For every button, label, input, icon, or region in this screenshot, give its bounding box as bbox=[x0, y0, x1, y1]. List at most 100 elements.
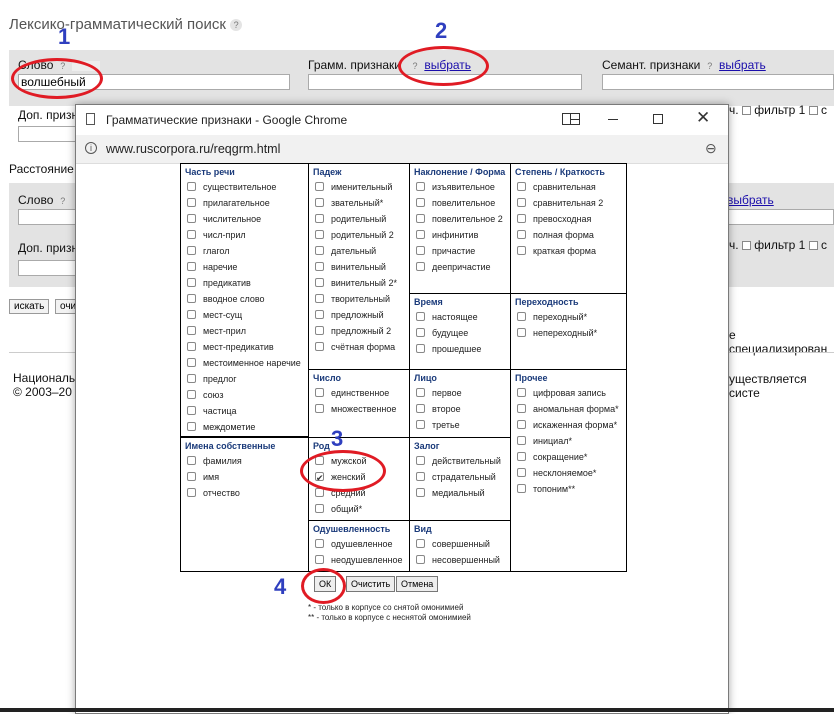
option-other[interactable]: топоним** bbox=[511, 481, 626, 497]
checkbox[interactable] bbox=[416, 198, 425, 208]
checkbox[interactable] bbox=[416, 539, 425, 549]
checkbox[interactable] bbox=[187, 310, 196, 320]
info-icon[interactable]: i bbox=[85, 142, 97, 154]
option-voice[interactable]: страдательный bbox=[410, 469, 510, 485]
checkbox[interactable] bbox=[517, 214, 526, 224]
checkbox[interactable] bbox=[187, 278, 196, 288]
checkbox[interactable] bbox=[315, 262, 324, 272]
checkbox[interactable] bbox=[517, 246, 526, 256]
option-case[interactable]: предложный 2 bbox=[309, 323, 409, 339]
checkbox[interactable] bbox=[315, 326, 324, 336]
checkbox[interactable] bbox=[315, 230, 324, 240]
checkbox[interactable] bbox=[517, 388, 526, 398]
option-animacy[interactable]: неодушевленное bbox=[309, 552, 409, 568]
option-pos[interactable]: наречие bbox=[181, 259, 308, 275]
option-case[interactable]: родительный bbox=[309, 211, 409, 227]
checkbox[interactable] bbox=[187, 422, 196, 432]
checkbox[interactable] bbox=[315, 278, 324, 288]
option-other[interactable]: сокращение* bbox=[511, 449, 626, 465]
address-bar[interactable]: i www.ruscorpora.ru/reqgrm.html ⊖ bbox=[76, 135, 728, 164]
option-case[interactable]: дательный bbox=[309, 243, 409, 259]
word2-input[interactable] bbox=[18, 209, 76, 225]
option-pos[interactable]: мест-прил bbox=[181, 323, 308, 339]
checkbox[interactable] bbox=[416, 388, 425, 398]
help-icon[interactable]: ? bbox=[230, 19, 243, 32]
checkbox[interactable] bbox=[187, 294, 196, 304]
checkbox[interactable] bbox=[315, 539, 324, 549]
option-pos[interactable]: междометие bbox=[181, 419, 308, 435]
option-proper[interactable]: отчество bbox=[181, 485, 308, 501]
checkbox[interactable] bbox=[315, 388, 324, 398]
checkbox[interactable] bbox=[416, 262, 425, 272]
checkbox[interactable] bbox=[416, 182, 425, 192]
option-pos[interactable]: вводное слово bbox=[181, 291, 308, 307]
checkbox[interactable] bbox=[416, 472, 425, 482]
checkbox[interactable] bbox=[416, 488, 425, 498]
semant2-input[interactable] bbox=[727, 209, 834, 225]
option-voice[interactable]: медиальный bbox=[410, 485, 510, 501]
option-tense[interactable]: прошедшее bbox=[410, 341, 510, 357]
option-tense[interactable]: настоящее bbox=[410, 309, 510, 325]
option-case[interactable]: счётная форма bbox=[309, 339, 409, 355]
checkbox[interactable] bbox=[416, 404, 425, 414]
option-mood[interactable]: изъявительное bbox=[410, 179, 510, 195]
layout-icon[interactable] bbox=[562, 113, 580, 125]
option-degree[interactable]: сравнительная bbox=[511, 179, 626, 195]
option-person[interactable]: третье bbox=[410, 417, 510, 433]
option-aspect[interactable]: совершенный bbox=[410, 536, 510, 552]
option-other[interactable]: несклоняемое* bbox=[511, 465, 626, 481]
option-pos[interactable]: числ-прил bbox=[181, 227, 308, 243]
option-pos[interactable]: мест-предикатив bbox=[181, 339, 308, 355]
checkbox[interactable] bbox=[517, 312, 526, 322]
filter2-checkbox[interactable] bbox=[808, 106, 818, 116]
minimize-icon[interactable] bbox=[608, 119, 618, 120]
option-pos[interactable]: существительное bbox=[181, 179, 308, 195]
checkbox[interactable] bbox=[315, 342, 324, 352]
dop-input[interactable] bbox=[18, 126, 76, 142]
maximize-icon[interactable] bbox=[653, 114, 663, 124]
option-animacy[interactable]: одушевленное bbox=[309, 536, 409, 552]
checkbox[interactable] bbox=[187, 456, 196, 466]
checkbox[interactable] bbox=[517, 468, 526, 478]
checkbox[interactable] bbox=[517, 182, 526, 192]
option-pos[interactable]: местоименное наречие bbox=[181, 355, 308, 371]
option-gender[interactable]: общий* bbox=[309, 501, 409, 517]
help-icon[interactable]: ? bbox=[56, 194, 69, 207]
dop2-input[interactable] bbox=[18, 260, 76, 276]
checkbox[interactable] bbox=[416, 344, 425, 354]
checkbox[interactable] bbox=[416, 312, 425, 322]
checkbox[interactable] bbox=[315, 246, 324, 256]
option-pos[interactable]: мест-сущ bbox=[181, 307, 308, 323]
checkbox[interactable] bbox=[187, 198, 196, 208]
checkbox[interactable] bbox=[187, 246, 196, 256]
option-other[interactable]: аномальная форма* bbox=[511, 401, 626, 417]
option-degree[interactable]: превосходная bbox=[511, 211, 626, 227]
checkbox[interactable] bbox=[315, 214, 324, 224]
option-degree[interactable]: полная форма bbox=[511, 227, 626, 243]
checkbox[interactable] bbox=[187, 326, 196, 336]
checkbox[interactable] bbox=[187, 406, 196, 416]
option-tense[interactable]: будущее bbox=[410, 325, 510, 341]
checkbox[interactable] bbox=[416, 456, 425, 466]
checkbox[interactable] bbox=[187, 262, 196, 272]
option-case[interactable]: именительный bbox=[309, 179, 409, 195]
checkbox[interactable] bbox=[187, 342, 196, 352]
choose-semant-link[interactable]: выбрать bbox=[719, 58, 766, 72]
option-proper[interactable]: имя bbox=[181, 469, 308, 485]
clear-button[interactable]: Очистить bbox=[346, 576, 396, 592]
checkbox[interactable] bbox=[315, 310, 324, 320]
checkbox[interactable] bbox=[315, 198, 324, 208]
option-case[interactable]: винительный bbox=[309, 259, 409, 275]
choose-semant2-link[interactable]: выбрать bbox=[727, 193, 774, 207]
option-person[interactable]: первое bbox=[410, 385, 510, 401]
checkbox[interactable] bbox=[517, 436, 526, 446]
checkbox[interactable] bbox=[315, 504, 324, 514]
checkbox[interactable] bbox=[416, 328, 425, 338]
option-degree[interactable]: краткая форма bbox=[511, 243, 626, 259]
checkbox[interactable] bbox=[517, 452, 526, 462]
option-case[interactable]: предложный bbox=[309, 307, 409, 323]
checkbox[interactable] bbox=[187, 374, 196, 384]
checkbox[interactable] bbox=[416, 214, 425, 224]
option-pos[interactable]: предлог bbox=[181, 371, 308, 387]
close-icon[interactable]: ✕ bbox=[696, 108, 710, 128]
